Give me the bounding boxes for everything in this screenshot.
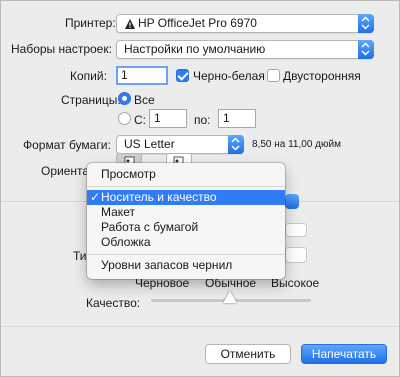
- menu-item-media-quality[interactable]: ✓ Носитель и качество: [87, 190, 285, 205]
- pages-to-input[interactable]: 1: [218, 109, 256, 128]
- presets-label: Наборы настроек:: [11, 42, 112, 56]
- quality-label: Качество:: [86, 296, 141, 310]
- bw-checkbox[interactable]: [176, 69, 189, 82]
- paper-select[interactable]: US Letter: [116, 135, 244, 154]
- footer-divider: [1, 326, 399, 327]
- pages-all-radio[interactable]: [118, 92, 131, 105]
- bw-label: Черно-белая: [193, 69, 265, 83]
- pages-from-input[interactable]: 1: [149, 109, 187, 128]
- menu-separator: [87, 254, 285, 255]
- duplex-label: Двусторонняя: [283, 69, 361, 83]
- print-dialog: Принтер: HP OfficeJet Pro 6970 Наборы на…: [0, 0, 400, 377]
- duplex-checkbox[interactable]: [267, 69, 280, 82]
- printer-warning-icon: [124, 15, 138, 35]
- printer-label: Принтер:: [65, 16, 116, 30]
- section-select-stepper-icon[interactable]: [285, 194, 299, 209]
- menu-separator: [87, 186, 285, 187]
- presets-stepper-icon: [358, 40, 374, 59]
- presets-select[interactable]: Настройки по умолчанию: [116, 40, 374, 59]
- type-select[interactable]: [285, 247, 307, 263]
- presets-value: Настройки по умолчанию: [124, 42, 266, 56]
- menu-item-cover-page[interactable]: Обложка: [87, 235, 285, 250]
- menu-item-preview[interactable]: Просмотр: [87, 167, 285, 182]
- pages-to-label: по:: [194, 113, 211, 127]
- print-button[interactable]: Напечатать: [301, 344, 387, 364]
- paper-stepper-icon: [228, 135, 244, 154]
- printer-value: HP OfficeJet Pro 6970: [138, 16, 257, 30]
- type-label-partial: Ти: [73, 249, 87, 263]
- media-type-select[interactable]: [285, 223, 307, 237]
- quality-slider-knob[interactable]: [223, 291, 237, 303]
- pages-all-label: Все: [134, 93, 155, 107]
- pages-range-radio[interactable]: [118, 112, 131, 125]
- printer-select[interactable]: HP OfficeJet Pro 6970: [116, 14, 374, 33]
- printer-stepper-icon: [358, 14, 374, 33]
- menu-item-paper-handling[interactable]: Работа с бумагой: [87, 220, 285, 235]
- cancel-button[interactable]: Отменить: [205, 344, 291, 364]
- section-menu: Просмотр ✓ Носитель и качество Макет Рабо…: [87, 163, 285, 279]
- checkmark-icon: ✓: [90, 190, 101, 204]
- paper-size-text: 8,50 на 11,00 дюйм: [252, 139, 341, 150]
- paper-label: Формат бумаги:: [23, 138, 111, 152]
- menu-item-layout[interactable]: Макет: [87, 205, 285, 220]
- pages-from-label: С:: [134, 113, 146, 127]
- copies-label: Копий:: [70, 69, 107, 83]
- menu-item-supply-levels[interactable]: Уровни запасов чернил: [87, 258, 285, 273]
- pages-label: Страницы:: [61, 93, 121, 107]
- paper-value: US Letter: [124, 137, 175, 151]
- copies-input[interactable]: 1: [116, 66, 168, 85]
